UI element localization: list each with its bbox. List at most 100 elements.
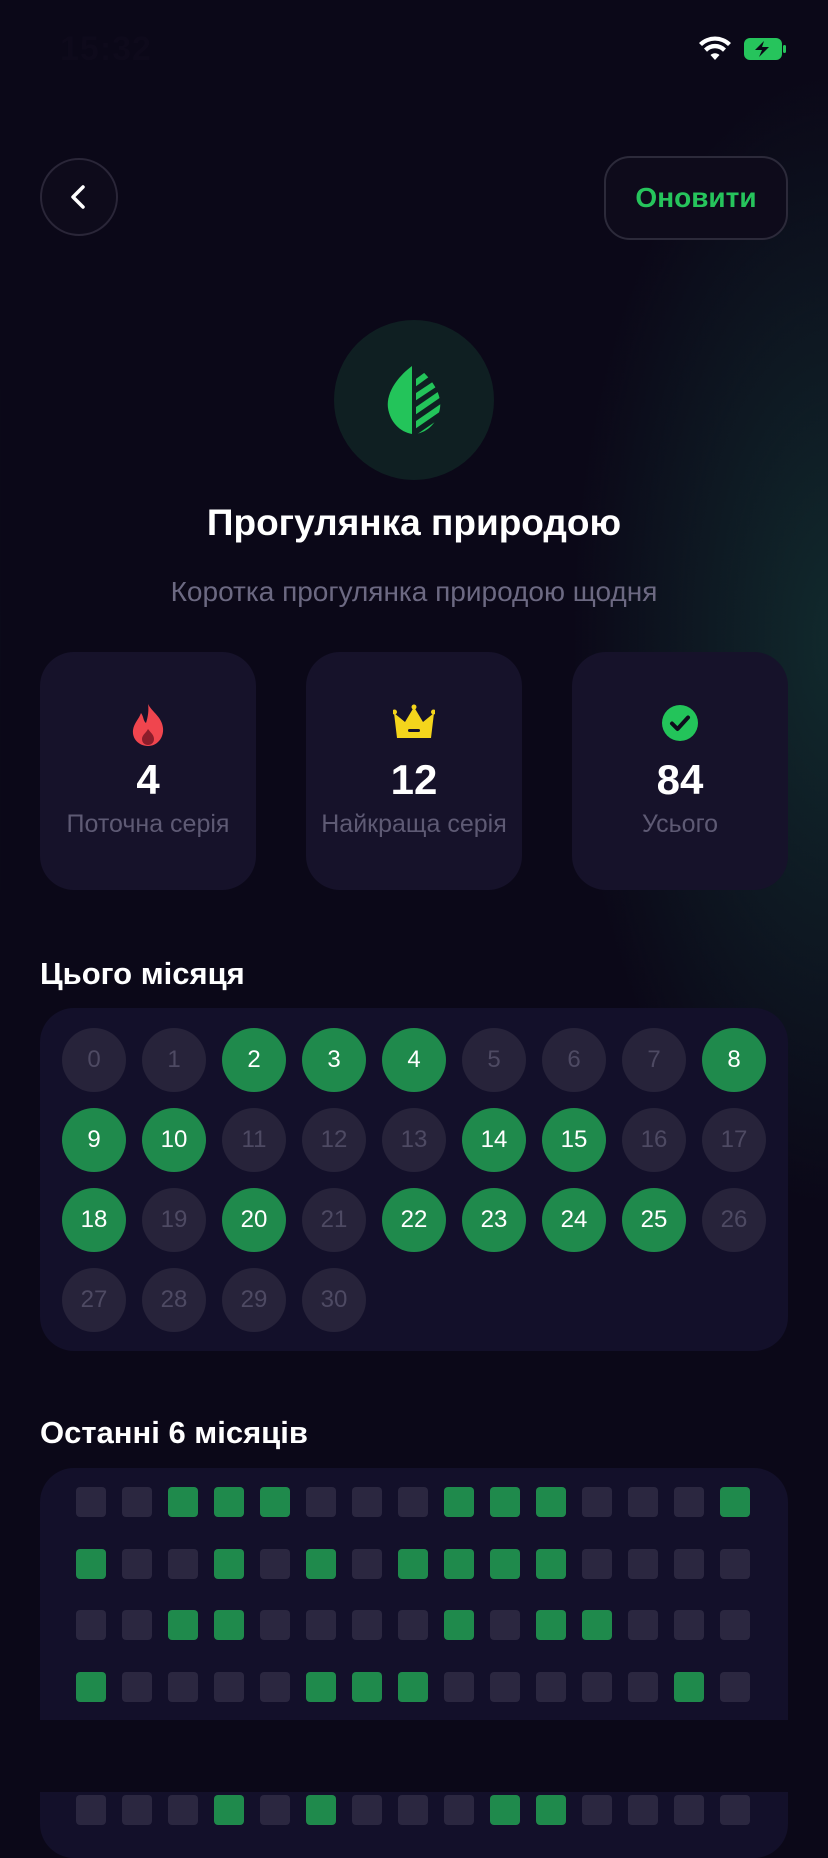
- heatmap-cell: [168, 1487, 198, 1517]
- calendar-day[interactable]: 18: [62, 1188, 126, 1252]
- heatmap-cell: [490, 1549, 520, 1579]
- heatmap-cell: [214, 1795, 244, 1825]
- heatmap-cell: [214, 1549, 244, 1579]
- heatmap-cell: [490, 1672, 520, 1702]
- leaf-icon: [387, 366, 441, 434]
- calendar-day[interactable]: 6: [542, 1028, 606, 1092]
- heatmap-cell: [628, 1672, 658, 1702]
- calendar-day[interactable]: 24: [542, 1188, 606, 1252]
- calendar-day[interactable]: 16: [622, 1108, 686, 1172]
- heatmap-cell: [398, 1487, 428, 1517]
- status-bar: 15:32: [0, 0, 828, 100]
- heatmap-cell: [444, 1487, 474, 1517]
- calendar-day[interactable]: 11: [222, 1108, 286, 1172]
- heatmap-cell: [122, 1672, 152, 1702]
- calendar-day[interactable]: 21: [302, 1188, 366, 1252]
- back-button[interactable]: [40, 158, 118, 236]
- heatmap-cell: [628, 1549, 658, 1579]
- calendar-day[interactable]: 19: [142, 1188, 206, 1252]
- calendar-day[interactable]: 20: [222, 1188, 286, 1252]
- heatmap-cell: [260, 1672, 290, 1702]
- heatmap-cell: [628, 1795, 658, 1825]
- heatmap-cell: [168, 1549, 198, 1579]
- calendar-day[interactable]: 2: [222, 1028, 286, 1092]
- heatmap-cell: [168, 1672, 198, 1702]
- calendar-day[interactable]: 26: [702, 1188, 766, 1252]
- heatmap-cell: [674, 1610, 704, 1640]
- section-title-last-6-months: Останні 6 місяців: [40, 1415, 308, 1450]
- calendar-day[interactable]: 7: [622, 1028, 686, 1092]
- stat-card-best-streak: 12 Найкраща серія: [306, 652, 522, 890]
- heatmap-cell: [168, 1610, 198, 1640]
- heatmap-cell: [352, 1549, 382, 1579]
- calendar-day[interactable]: 5: [462, 1028, 526, 1092]
- check-circle-icon: [662, 705, 698, 741]
- heatmap-cell: [76, 1672, 106, 1702]
- heatmap-cell: [214, 1610, 244, 1640]
- heatmap-cell: [582, 1487, 612, 1517]
- heatmap-cell: [122, 1549, 152, 1579]
- wifi-icon: [699, 36, 731, 60]
- heatmap-cell: [352, 1487, 382, 1517]
- calendar-day[interactable]: 3: [302, 1028, 366, 1092]
- battery-icon: [744, 38, 786, 60]
- heatmap-cell: [628, 1487, 658, 1517]
- heatmap-cell: [720, 1487, 750, 1517]
- calendar-day[interactable]: 0: [62, 1028, 126, 1092]
- stat-card-total: 84 Усього: [572, 652, 788, 890]
- heatmap-cell: [444, 1610, 474, 1640]
- heatmap-cell: [214, 1672, 244, 1702]
- calendar-day[interactable]: 28: [142, 1268, 206, 1332]
- habit-icon-badge: [334, 320, 494, 480]
- calendar-day[interactable]: 1: [142, 1028, 206, 1092]
- calendar-day[interactable]: 25: [622, 1188, 686, 1252]
- stat-label: Найкраща серія: [321, 810, 507, 838]
- calendar-day[interactable]: 12: [302, 1108, 366, 1172]
- heatmap-cell: [490, 1795, 520, 1825]
- heatmap-cell: [720, 1549, 750, 1579]
- calendar-day[interactable]: 15: [542, 1108, 606, 1172]
- refresh-button[interactable]: Оновити: [604, 156, 788, 240]
- stat-label: Усього: [641, 810, 719, 838]
- heatmap-cell: [536, 1610, 566, 1640]
- calendar-day[interactable]: 27: [62, 1268, 126, 1332]
- calendar-day[interactable]: 13: [382, 1108, 446, 1172]
- heatmap-cell: [260, 1549, 290, 1579]
- crown-icon: [393, 704, 435, 738]
- heatmap-cell: [168, 1795, 198, 1825]
- calendar-day[interactable]: 23: [462, 1188, 526, 1252]
- heatmap-cell: [490, 1610, 520, 1640]
- calendar-day[interactable]: 9: [62, 1108, 126, 1172]
- heatmap-cell: [674, 1672, 704, 1702]
- heatmap-cell: [536, 1549, 566, 1579]
- heatmap-cell: [444, 1549, 474, 1579]
- calendar-day[interactable]: 30: [302, 1268, 366, 1332]
- calendar-day[interactable]: 4: [382, 1028, 446, 1092]
- heatmap-cell: [306, 1487, 336, 1517]
- bottom-fade: [0, 1720, 828, 1792]
- status-time: 15:32: [60, 30, 152, 68]
- calendar-day[interactable]: 17: [702, 1108, 766, 1172]
- heatmap-cell: [490, 1487, 520, 1517]
- calendar-day[interactable]: 22: [382, 1188, 446, 1252]
- heatmap-cell: [444, 1795, 474, 1825]
- month-calendar: 0 1 2 3 4 5 6 7 8 9 10 11 12 13 14 15 16 17 18 19 20 21 22 23 24…: [40, 1008, 788, 1351]
- heatmap-cell: [444, 1672, 474, 1702]
- calendar-day[interactable]: 29: [222, 1268, 286, 1332]
- heatmap-cell: [536, 1487, 566, 1517]
- stat-card-current-streak: 4 Поточна серія: [40, 652, 256, 890]
- calendar-day[interactable]: 8: [702, 1028, 766, 1092]
- heatmap-cell: [398, 1610, 428, 1640]
- heatmap-cell: [398, 1549, 428, 1579]
- heatmap-cell: [720, 1795, 750, 1825]
- heatmap-cell: [306, 1610, 336, 1640]
- heatmap-cell: [536, 1672, 566, 1702]
- heatmap-cell: [306, 1549, 336, 1579]
- heatmap-cell: [720, 1610, 750, 1640]
- heatmap-cell: [536, 1795, 566, 1825]
- calendar-day[interactable]: 14: [462, 1108, 526, 1172]
- calendar-day[interactable]: 10: [142, 1108, 206, 1172]
- heatmap-cell: [398, 1795, 428, 1825]
- heatmap-cell: [214, 1487, 244, 1517]
- heatmap-cell: [306, 1795, 336, 1825]
